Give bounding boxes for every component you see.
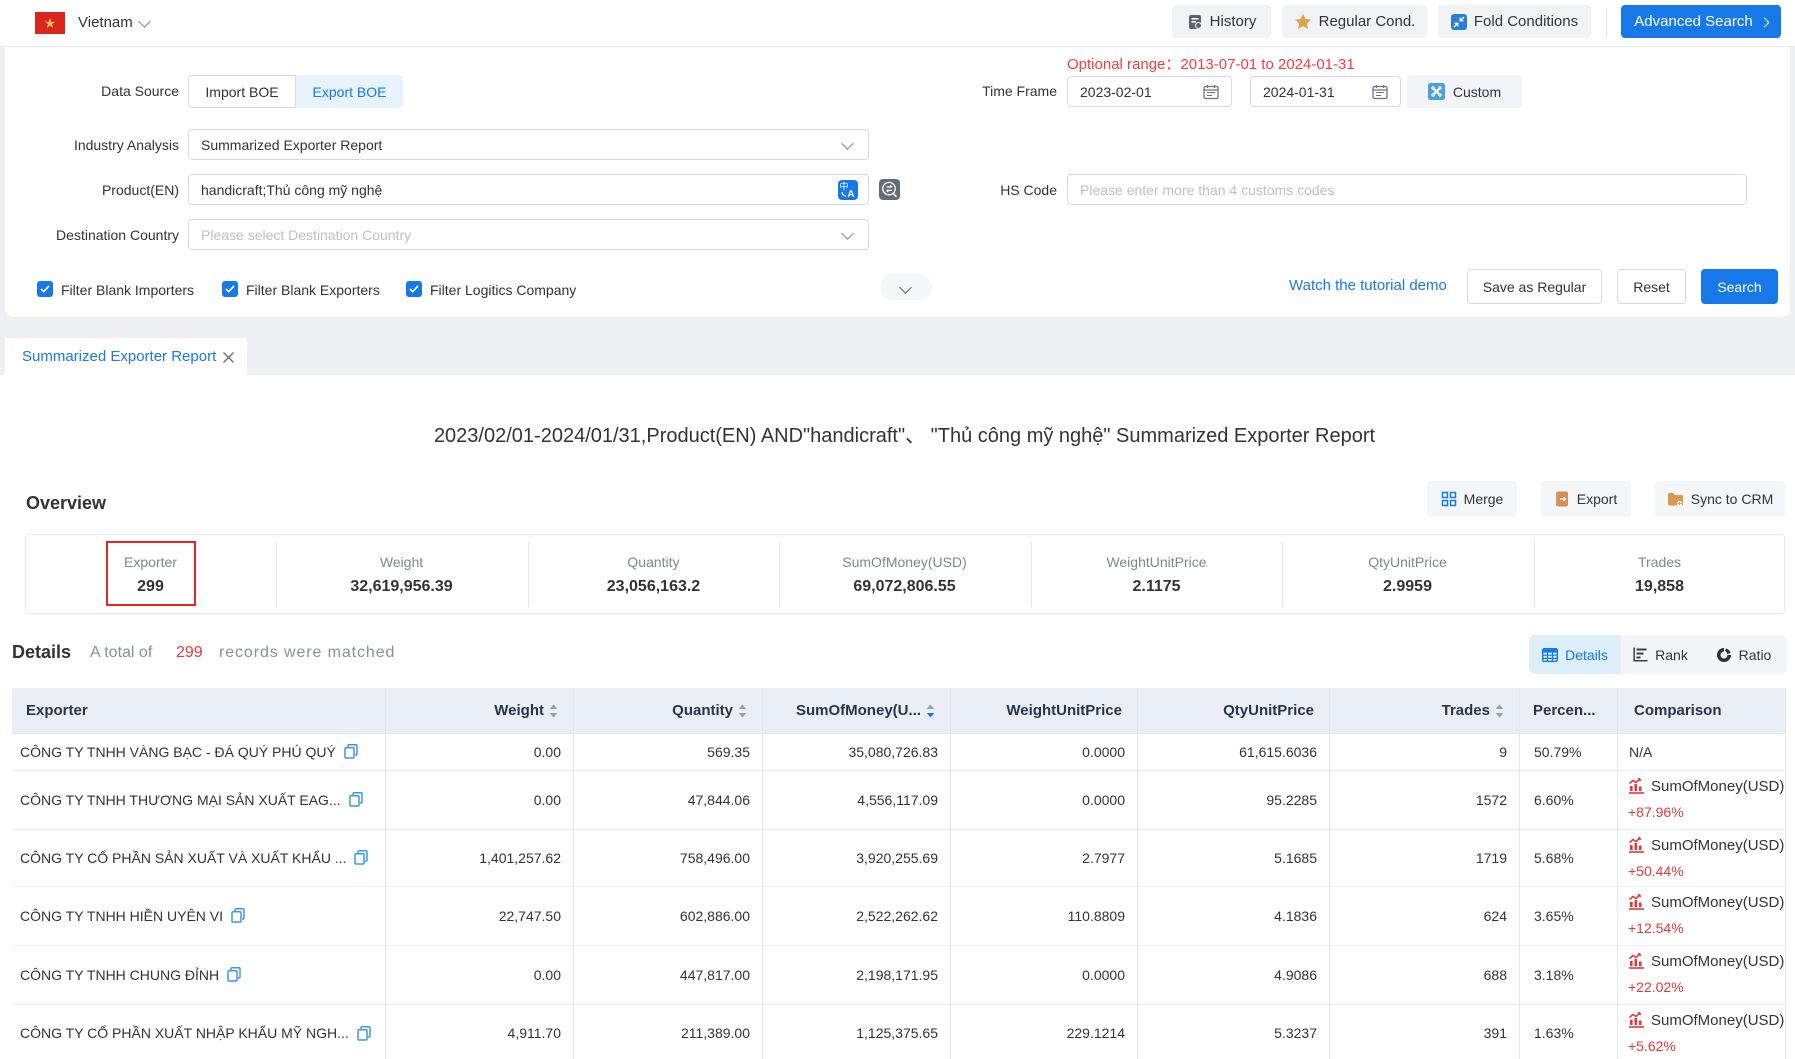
- svg-text:A: A: [847, 189, 854, 200]
